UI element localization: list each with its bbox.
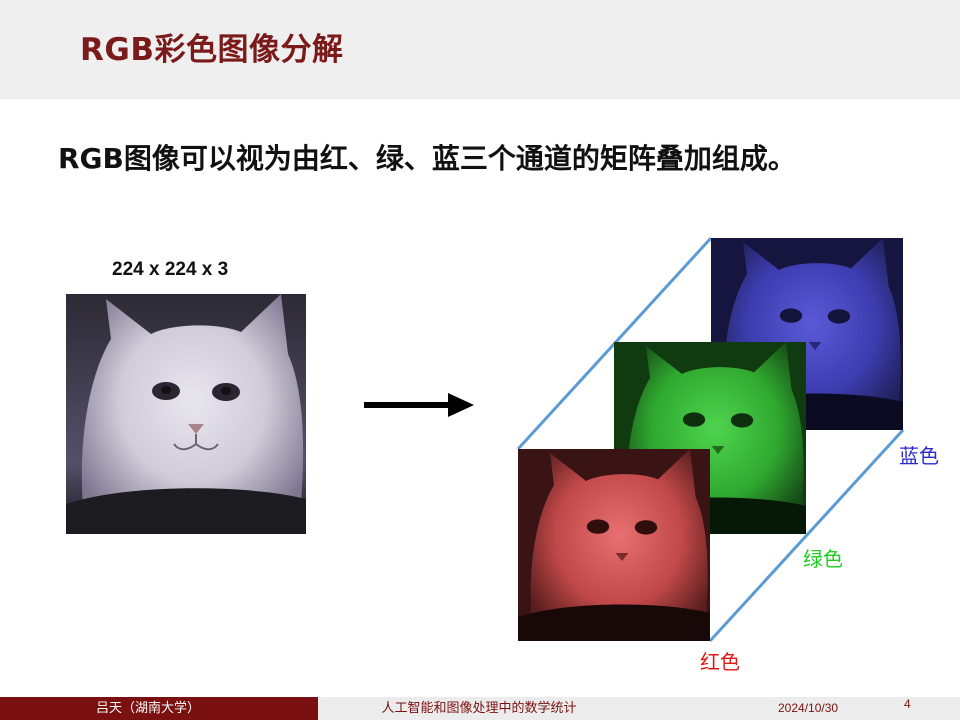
footer-date: 2024/10/30 <box>778 701 839 715</box>
title-bar: RGB彩色图像分解 <box>0 0 960 99</box>
slide-title: RGB彩色图像分解 <box>80 32 344 68</box>
image-dimensions-label: 224 x 224 x 3 <box>112 259 229 280</box>
footer-page-number: 4 <box>904 697 911 711</box>
slide: RGB彩色图像分解 RGB图像可以视为由红、绿、蓝三个通道的矩阵叠加组成。 22… <box>0 0 960 720</box>
slide-footer: 吕天（湖南大学） 人工智能和图像处理中的数学统计 2024/10/30 4 <box>0 697 960 720</box>
slide-headline: RGB图像可以视为由红、绿、蓝三个通道的矩阵叠加组成。 <box>58 142 796 175</box>
footer-author: 吕天（湖南大学） <box>96 701 201 716</box>
footer-course: 人工智能和图像处理中的数学统计 <box>318 697 640 720</box>
red-channel-image <box>518 449 710 641</box>
red-channel-label: 红色 <box>700 650 740 674</box>
green-channel-label: 绿色 <box>803 547 843 571</box>
arrow-right-icon <box>364 393 474 417</box>
original-cat-image <box>66 294 306 534</box>
blue-channel-label: 蓝色 <box>899 444 939 468</box>
footer-meta-block: 2024/10/30 4 <box>640 697 960 720</box>
footer-author-block: 吕天（湖南大学） <box>0 697 318 720</box>
